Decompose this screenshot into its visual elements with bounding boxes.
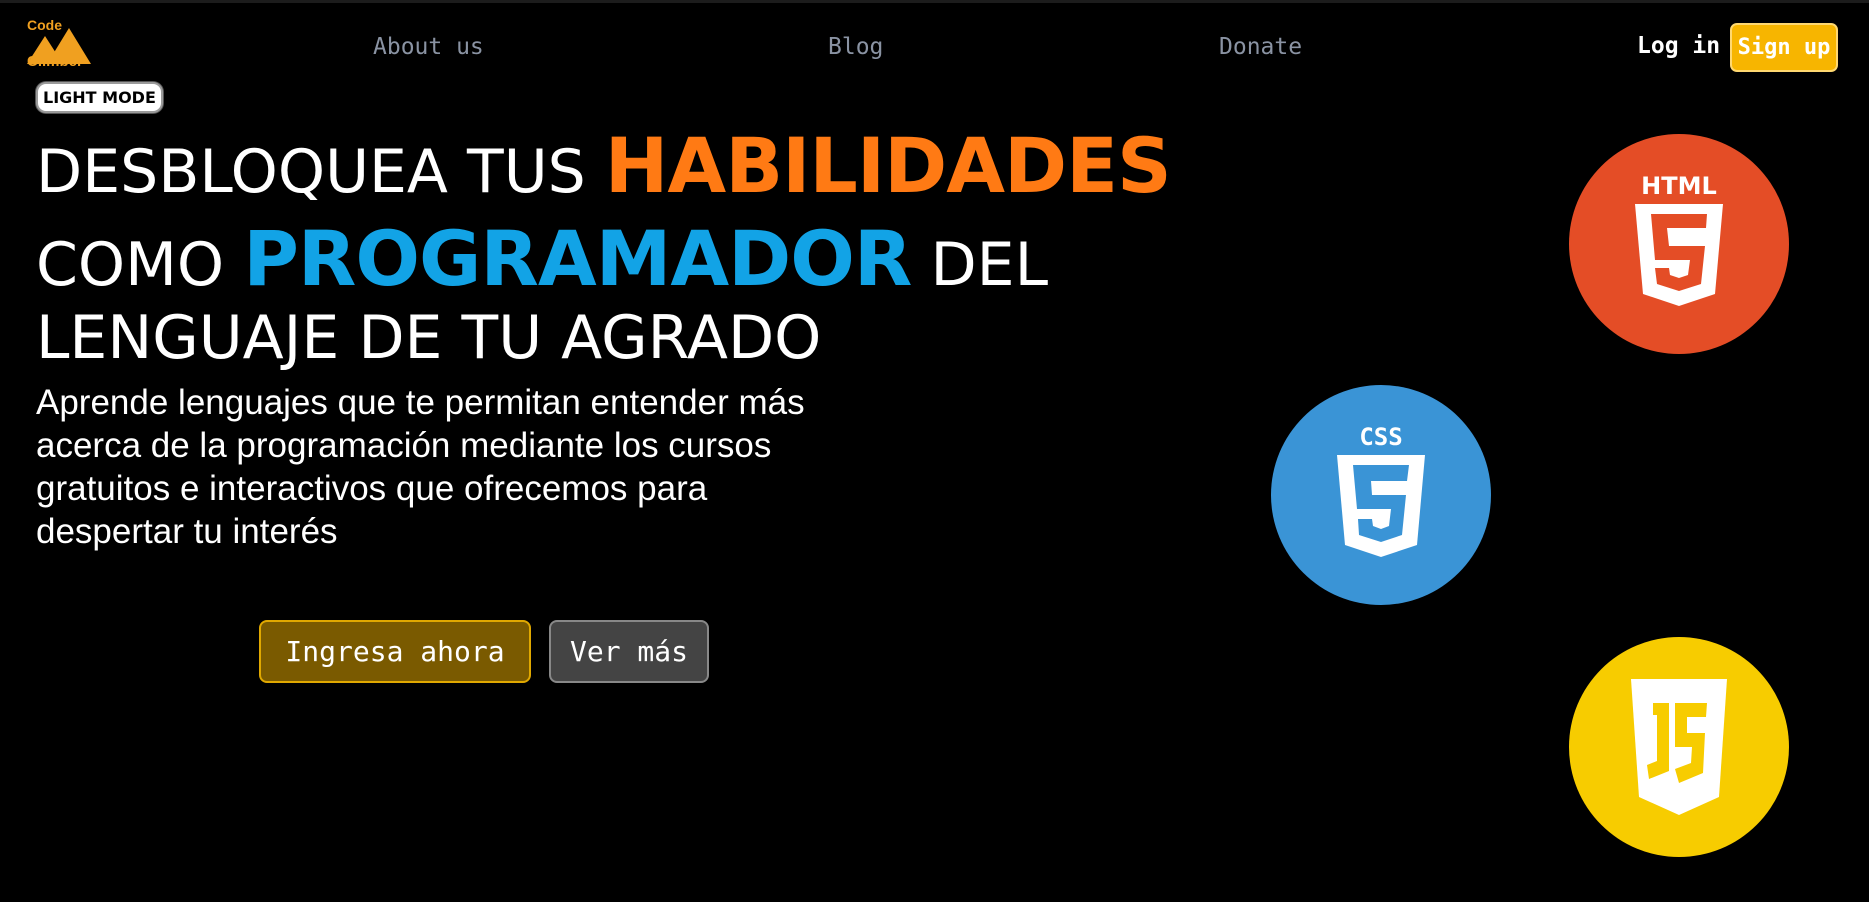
css3-badge: CSS: [1271, 385, 1491, 605]
html5-badge: HTML: [1569, 134, 1789, 354]
javascript-badge: [1569, 637, 1789, 857]
description-line: acerca de la programación mediante los c…: [36, 426, 772, 465]
signup-button[interactable]: Sign up: [1730, 23, 1838, 72]
description-line: despertar tu interés: [36, 512, 338, 551]
ver-mas-button[interactable]: Ver más: [549, 620, 709, 683]
logo-text-climber: Climber: [27, 53, 83, 70]
hero-title-line-1: DESBLOQUEA TUS HABILIDADES: [36, 128, 1172, 207]
hero-title-text: DEL: [911, 230, 1049, 300]
nav-about-us[interactable]: About us: [373, 34, 484, 60]
ingresa-ahora-button[interactable]: Ingresa ahora: [259, 620, 531, 683]
hero-title-text: DESBLOQUEA TUS: [36, 137, 605, 207]
javascript-icon: [1631, 679, 1727, 815]
description-line: gratuitos e interactivos que ofrecemos p…: [36, 469, 708, 508]
css-label: CSS: [1359, 423, 1402, 451]
hero-description: Aprende lenguajes que te permitan entend…: [36, 381, 936, 553]
hero-highlight-habilidades: HABILIDADES: [604, 121, 1172, 210]
hero-highlight-programador: PROGRAMADOR: [243, 214, 912, 303]
html5-icon: HTML: [1635, 172, 1723, 306]
description-line: Aprende lenguajes que te permitan entend…: [36, 383, 805, 422]
hero-title-text: COMO: [36, 230, 244, 300]
code-climber-logo[interactable]: Code Climber: [25, 16, 93, 72]
logo-text-code: Code: [27, 17, 62, 33]
hero-title-line-2: COMO PROGRAMADOR DEL: [36, 221, 1048, 297]
login-link[interactable]: Log in: [1637, 33, 1720, 59]
top-border: [0, 0, 1869, 3]
light-mode-toggle[interactable]: LIGHT MODE: [36, 82, 163, 113]
css3-icon: CSS: [1337, 423, 1425, 557]
nav-blog[interactable]: Blog: [828, 34, 883, 60]
hero-title-line-3: LENGUAJE DE TU AGRADO: [36, 303, 822, 373]
html-label: HTML: [1641, 172, 1717, 200]
nav-donate[interactable]: Donate: [1219, 34, 1302, 60]
